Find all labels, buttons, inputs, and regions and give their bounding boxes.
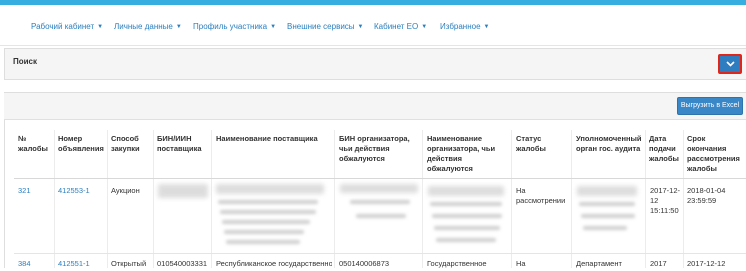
column-divider — [683, 130, 684, 268]
column-header-deadline[interactable]: Срок окончания рассмотрения жалобы — [687, 134, 745, 174]
procurement-method: Аукцион — [111, 186, 140, 195]
column-header-organizer-name[interactable]: Наименование организатора, чьи действия … — [427, 134, 509, 174]
row-divider — [14, 253, 746, 254]
column-divider — [511, 130, 512, 268]
column-divider — [54, 130, 55, 268]
announcement-number-link[interactable]: 412551-1 — [58, 259, 90, 271]
caret-down-icon: ▼ — [175, 24, 182, 30]
nav-item-eo-cabinet[interactable]: Кабинет ЕО ▼ — [374, 22, 427, 31]
supplier-name: Республиканское государственное — [216, 259, 332, 268]
caret-down-icon: ▼ — [421, 24, 428, 30]
complaint-status: На рассмотрении — [516, 186, 566, 205]
export-excel-button[interactable]: Выгрузить в Excel — [677, 97, 743, 115]
caret-down-icon: ▼ — [483, 24, 490, 30]
column-divider — [334, 130, 335, 268]
column-header-status[interactable]: Статус жалобы — [516, 134, 570, 154]
header-divider — [14, 178, 746, 179]
organizer-name: Государственное — [427, 259, 487, 268]
nav-item-personal-data[interactable]: Личные данные ▼ — [114, 22, 182, 31]
organizer-bin: 050140006873 — [339, 259, 390, 268]
main-navbar: Рабочий кабинет ▼ Личные данные ▼ Профиль … — [0, 5, 746, 46]
nav-item-label: Кабинет ЕО — [374, 22, 419, 31]
nav-item-workspace[interactable]: Рабочий кабинет ▼ — [31, 22, 103, 31]
nav-item-label: Профиль участника — [193, 22, 268, 31]
nav-item-label: Избранное — [440, 22, 481, 31]
submission-date: 2017-12-12 15:11:50 — [650, 186, 681, 215]
column-divider — [422, 130, 423, 268]
supplier-bin: 010540003331 — [157, 259, 208, 268]
column-header-organizer-bin[interactable]: БИН организатора, чьи действия обжалуютс… — [339, 134, 421, 164]
caret-down-icon: ▼ — [357, 24, 364, 30]
review-deadline: 2018-01-04 23:59:59 — [687, 186, 726, 205]
search-toggle-button[interactable] — [718, 54, 742, 74]
nav-item-label: Личные данные — [114, 22, 173, 31]
column-divider — [153, 130, 154, 268]
nav-item-label: Внешние сервисы — [287, 22, 355, 31]
complaint-number-link[interactable]: 321 — [18, 186, 31, 196]
column-divider — [571, 130, 572, 268]
column-header-auditor[interactable]: Уполномоченный орган гос. аудита — [576, 134, 644, 154]
nav-item-favorites[interactable]: Избранное ▼ — [440, 22, 490, 31]
search-panel-title: Поиск — [13, 57, 38, 66]
column-divider — [211, 130, 212, 268]
caret-down-icon: ▼ — [97, 24, 104, 30]
search-panel: Поиск — [4, 48, 746, 80]
column-header-supplier-name[interactable]: Наименование поставщика — [216, 134, 332, 144]
column-header-supplier-bin[interactable]: БИН/ИИН поставщика — [157, 134, 209, 154]
column-divider — [645, 130, 646, 268]
auditor: Департамент — [576, 259, 622, 268]
complaint-status: На — [516, 259, 526, 268]
redacted-supplier-bin — [158, 184, 208, 198]
column-header-submitted[interactable]: Дата подачи жалобы — [649, 134, 683, 164]
column-header-method[interactable]: Способ закупки — [111, 134, 151, 154]
submission-date: 2017 — [650, 259, 667, 268]
nav-item-participant-profile[interactable]: Профиль участника ▼ — [193, 22, 276, 31]
announcement-number-link[interactable]: 412553-1 — [58, 186, 90, 196]
review-deadline: 2017-12-12 — [687, 259, 726, 268]
column-header-complaint-no[interactable]: № жалобы — [18, 134, 52, 154]
results-toolbar — [4, 93, 746, 120]
nav-item-external-services[interactable]: Внешние сервисы ▼ — [287, 22, 364, 31]
caret-down-icon: ▼ — [270, 24, 277, 30]
column-divider — [107, 130, 108, 268]
chevron-down-icon — [725, 61, 735, 67]
column-header-announcement-no[interactable]: Номер объявления — [58, 134, 106, 154]
nav-item-label: Рабочий кабинет — [31, 22, 95, 31]
complaint-number-link[interactable]: 384 — [18, 259, 31, 271]
procurement-method: Открытый — [111, 259, 147, 268]
